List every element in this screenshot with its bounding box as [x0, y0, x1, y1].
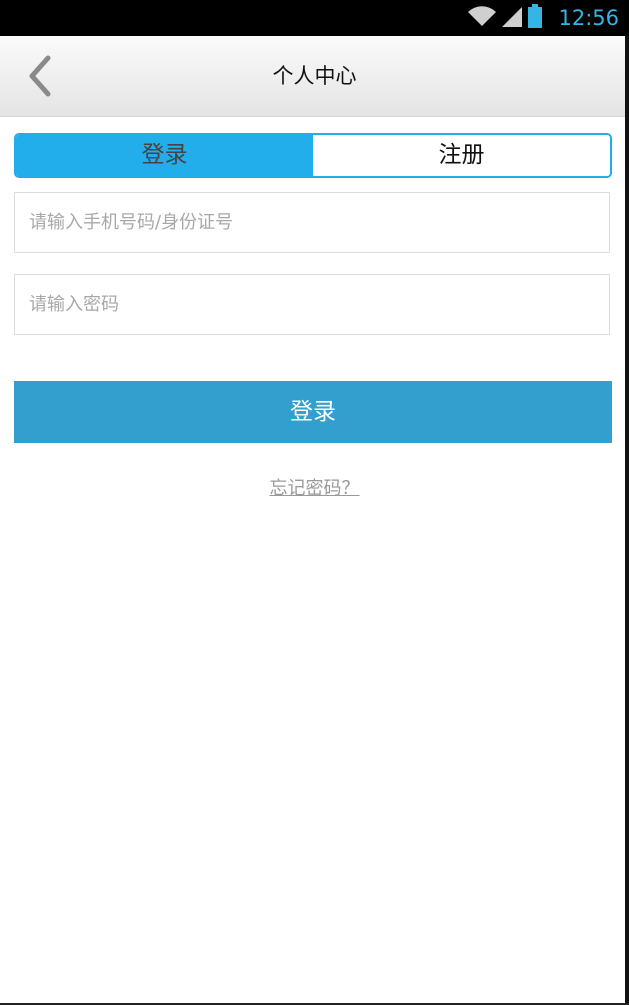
tab-register[interactable]: 注册	[313, 135, 610, 176]
page-title: 个人中心	[272, 64, 357, 88]
tab-login[interactable]: 登录	[16, 135, 313, 176]
account-input[interactable]	[15, 193, 609, 252]
signal-icon	[502, 5, 523, 31]
account-field	[14, 192, 610, 253]
forgot-password-link[interactable]: 忘记密码？	[0, 474, 629, 500]
wifi-icon	[468, 5, 497, 31]
password-input[interactable]	[15, 275, 609, 334]
nav-bar: 个人中心	[0, 36, 629, 117]
status-icons: 12:56	[468, 0, 619, 36]
status-bar: 12:56	[0, 0, 629, 36]
password-field	[14, 274, 610, 335]
status-time: 12:56	[558, 6, 619, 30]
battery-icon	[528, 4, 543, 32]
login-button[interactable]: 登录	[14, 381, 612, 443]
right-border	[625, 36, 629, 1005]
login-register-tabs: 登录 注册	[14, 133, 612, 178]
